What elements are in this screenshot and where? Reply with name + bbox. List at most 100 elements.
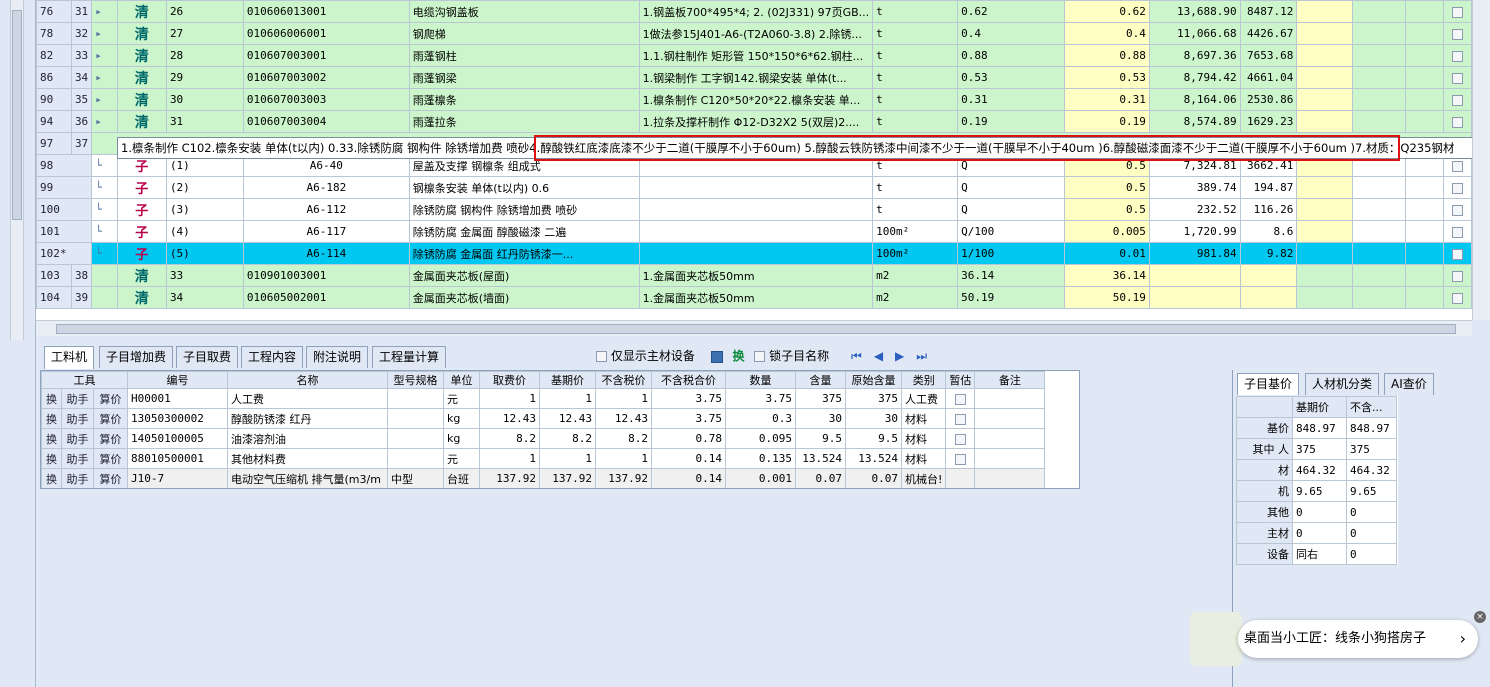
provisional-checkbox[interactable] xyxy=(945,428,976,449)
tab-fee[interactable]: 子目取费 xyxy=(176,346,239,368)
table-row[interactable]: 99 └ 子 (2) A6-182 钢檩条安装 单体(t以内) 0.6 t Q 0.5 389.7… xyxy=(36,176,1472,199)
row-checkbox[interactable] xyxy=(1442,198,1472,221)
tab-base-price[interactable]: 子目基价 xyxy=(1237,373,1300,395)
tab-labor-material[interactable]: 工料机 xyxy=(44,346,95,369)
table-row[interactable]: 设备 同右 0 xyxy=(1236,543,1397,565)
chevron-right-icon[interactable]: › xyxy=(1460,620,1466,658)
calc-price-button[interactable]: 算价 xyxy=(93,388,128,409)
row-feature xyxy=(638,176,874,199)
row-price: 11,066.68 xyxy=(1148,22,1241,45)
row-checkbox[interactable] xyxy=(1442,264,1472,287)
table-row[interactable]: 82 33 ▸ 清 28 010607003001 雨蓬钢柱 1.1.钢柱制作 矩形管 150… xyxy=(36,44,1472,67)
tab-content[interactable]: 工程内容 xyxy=(241,346,304,368)
untaxed-value: 464.32 xyxy=(1346,459,1397,481)
row-blank xyxy=(1404,286,1444,309)
swap-button[interactable]: 换 xyxy=(41,468,62,488)
helper-button[interactable]: 助手 xyxy=(61,388,94,409)
rheader-blank xyxy=(1236,396,1293,418)
table-row[interactable]: 90 35 ▸ 清 30 010607003003 雨蓬檩条 1.檩条制作 C120*50*2… xyxy=(36,88,1472,111)
provisional-checkbox[interactable] xyxy=(945,408,976,429)
swap-button[interactable]: 换 xyxy=(733,349,745,363)
row-unit: t xyxy=(872,176,959,199)
table-row[interactable]: 78 32 ▸ 清 27 010606006001 钢爬梯 1做法参15J401-A6-(T2… xyxy=(36,22,1472,45)
calc-price-button[interactable]: 算价 xyxy=(93,468,128,488)
tab-ai-price[interactable]: AI查价 xyxy=(1384,373,1434,395)
tab-material-class[interactable]: 人材机分类 xyxy=(1305,373,1380,395)
helper-button[interactable]: 助手 xyxy=(61,408,94,429)
table-row[interactable]: 换助手 算价 13050300002 醇酸防锈漆 红丹 kg 12.43 12.43 12.4… xyxy=(41,408,1046,429)
tab-extra-fee[interactable]: 子目增加费 xyxy=(99,346,174,368)
table-row[interactable]: 101 └ 子 (4) A6-117 除锈防腐 金属面 醇酸磁漆 二遍 100m² Q/100… xyxy=(36,220,1472,243)
helper-button[interactable]: 助手 xyxy=(61,468,94,488)
row-checkbox[interactable] xyxy=(1442,176,1472,199)
row-blank xyxy=(1351,286,1406,309)
row-checkbox[interactable] xyxy=(1442,242,1472,265)
row-checkbox[interactable] xyxy=(1442,66,1472,89)
table-row[interactable]: 102* └ 子 (5) A6-114 除锈防腐 金属面 红丹防锈漆一... 100m² 1/… xyxy=(36,242,1472,265)
table-row[interactable]: 基价 848.97 848.97 xyxy=(1236,417,1397,439)
cell-base-price: 1 xyxy=(539,388,596,409)
table-row[interactable]: 换助手 算价 14050100005 油漆溶剂油 kg 8.2 8.2 8.2 0.78 0.09… xyxy=(41,428,1046,449)
table-row[interactable]: 76 31 ▸ 清 26 010606013001 电缆沟钢盖板 1.钢盖板700*495*4… xyxy=(36,0,1472,23)
vertical-scrollbar[interactable] xyxy=(1472,0,1490,320)
calc-price-button[interactable]: 算价 xyxy=(93,408,128,429)
swap-button[interactable]: 换 xyxy=(41,428,62,449)
row-price xyxy=(1148,264,1241,287)
swap-button[interactable]: 换 xyxy=(41,408,62,429)
table-row[interactable]: 其中 人 375 375 xyxy=(1236,438,1397,460)
swap-button[interactable]: 换 xyxy=(41,448,62,469)
left-scrollbar[interactable] xyxy=(10,0,24,340)
tab-notes[interactable]: 附注说明 xyxy=(306,346,369,368)
table-row[interactable]: 换助手 算价 H00001 人工费元 1 1 1 3.75 3.75 375 375 人工费 xyxy=(41,388,1046,409)
helper-button[interactable]: 助手 xyxy=(61,448,94,469)
header-fee-price: 取费价 xyxy=(479,371,540,389)
tab-quantity-calc[interactable]: 工程量计算 xyxy=(372,346,447,368)
row-price xyxy=(1148,286,1241,309)
table-row[interactable]: 主材 0 0 xyxy=(1236,522,1397,544)
row-blank xyxy=(1296,264,1353,287)
table-row[interactable]: 86 34 ▸ 清 29 010607003002 雨蓬钢梁 1.钢梁制作 工字钢142.钢梁… xyxy=(36,66,1472,89)
row-blank xyxy=(1404,66,1444,89)
calc-price-button[interactable]: 算价 xyxy=(93,448,128,469)
row-blank xyxy=(1296,286,1353,309)
row-total: 1629.23 xyxy=(1239,110,1298,133)
row-name: 金属面夹芯板(墙面) xyxy=(408,286,640,309)
table-row[interactable]: 换助手 算价 88010500001 其他材料费元 1 1 1 0.14 0.135 13.524… xyxy=(41,448,1046,469)
helper-button[interactable]: 助手 xyxy=(61,428,94,449)
provisional-checkbox[interactable] xyxy=(945,388,976,409)
table-row[interactable]: 104 39 清 34 010605002001 金属面夹芯板(墙面) 1.金属面夹芯板50… xyxy=(36,286,1472,309)
dog-thumbnail-icon[interactable] xyxy=(1190,612,1242,666)
table-row[interactable]: 材 464.32 464.32 xyxy=(1236,459,1397,481)
monitor-icon[interactable] xyxy=(710,350,723,363)
row-checkbox[interactable] xyxy=(1442,0,1472,23)
row-checkbox[interactable] xyxy=(1442,286,1472,309)
base-value: 9.65 xyxy=(1292,480,1347,502)
notification-banner[interactable]: 桌面当小工匠：线条小狗搭房子 › xyxy=(1238,620,1478,658)
cell-spec xyxy=(387,428,444,449)
row-checkbox[interactable] xyxy=(1442,220,1472,243)
lock-name-checkbox[interactable] xyxy=(754,351,766,362)
row-blank xyxy=(1296,220,1353,243)
row-checkbox[interactable] xyxy=(1442,88,1472,111)
row-code: A6-112 xyxy=(242,198,410,221)
nav-icons[interactable]: ⏮◀▶⏭ xyxy=(851,349,939,363)
row-blank xyxy=(1296,110,1353,133)
row-qty-expr: 0.4 xyxy=(957,22,1065,45)
table-row[interactable]: 其他 0 0 xyxy=(1236,501,1397,523)
calc-price-button[interactable]: 算价 xyxy=(93,428,128,449)
table-row[interactable]: 103 38 清 33 010901003001 金属面夹芯板(屋面) 1.金属面夹芯板50… xyxy=(36,264,1472,287)
table-row[interactable]: 94 36 ▸ 清 31 010607003004 雨蓬拉条 1.拉条及撑杆制作 Φ12-D3… xyxy=(36,110,1472,133)
row-index: 28 xyxy=(165,44,244,67)
only-main-checkbox[interactable] xyxy=(596,351,607,362)
table-row[interactable]: 换助手 算价 J10-7 电动空气压缩机 排气量(m3/m 中型 台班 137.92 137.… xyxy=(41,468,1046,488)
horizontal-scrollbar[interactable] xyxy=(36,320,1472,336)
provisional-checkbox[interactable] xyxy=(945,448,976,469)
row-checkbox[interactable] xyxy=(1442,44,1472,67)
swap-button[interactable]: 换 xyxy=(41,388,62,409)
close-icon[interactable]: × xyxy=(1474,611,1486,623)
lock-name-label: 锁子目名称 xyxy=(769,349,830,363)
row-checkbox[interactable] xyxy=(1442,110,1472,133)
row-checkbox[interactable] xyxy=(1442,22,1472,45)
table-row[interactable]: 机 9.65 9.65 xyxy=(1236,480,1397,502)
table-row[interactable]: 100 └ 子 (3) A6-112 除锈防腐 钢构件 除锈增加费 喷砂 t Q 0.5 232.… xyxy=(36,198,1472,221)
